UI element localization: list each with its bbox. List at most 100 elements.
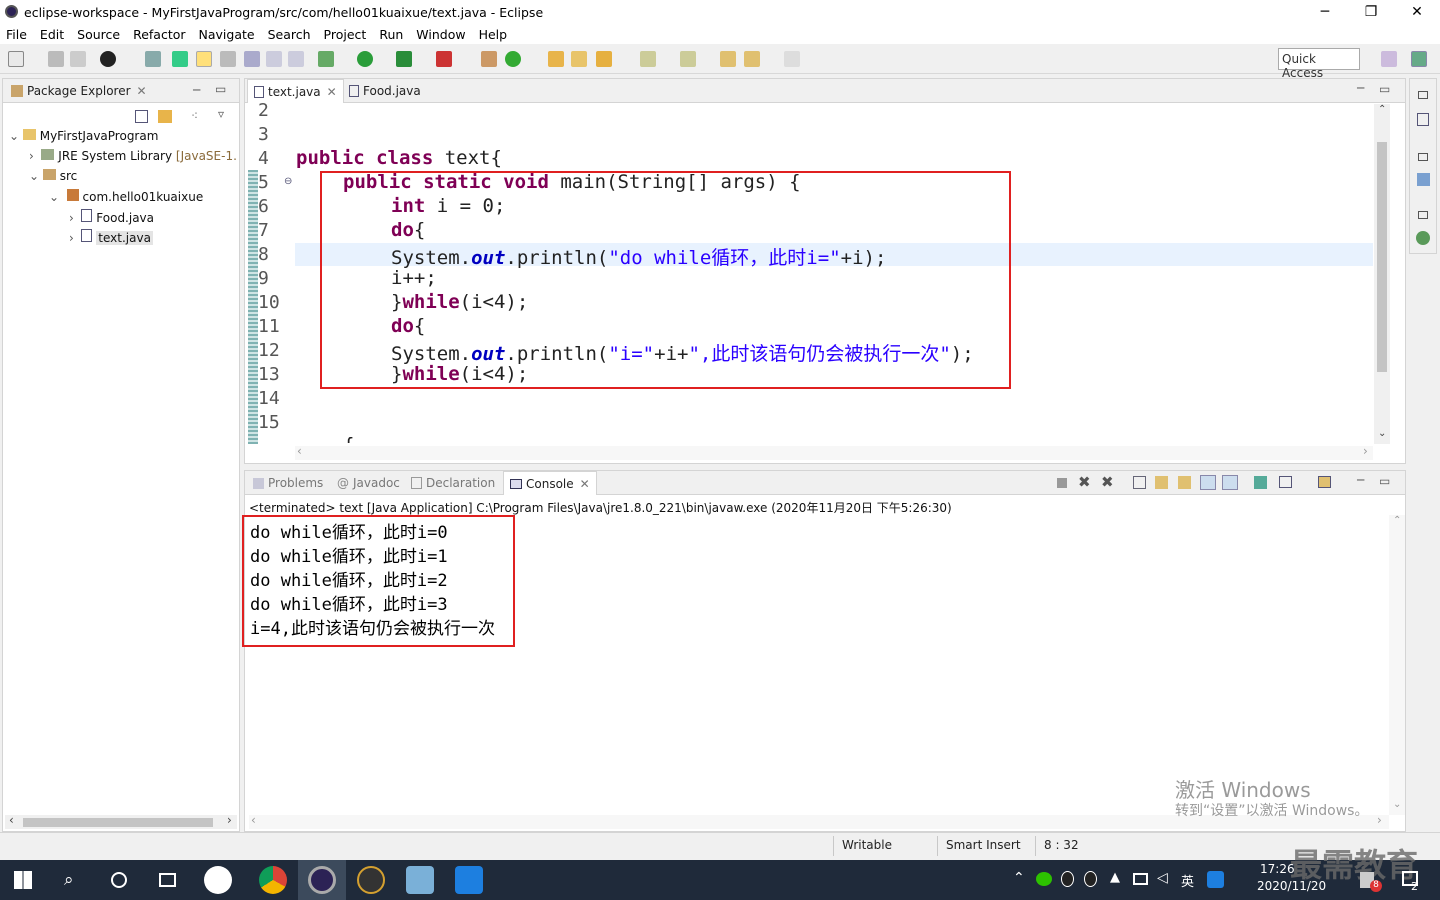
qq-tray-icon[interactable] bbox=[1061, 871, 1074, 887]
run-icon[interactable] bbox=[357, 51, 373, 67]
app-taskbar-icon[interactable] bbox=[357, 866, 385, 894]
menu-help[interactable]: Help bbox=[479, 27, 508, 42]
next-annotation-icon[interactable] bbox=[640, 51, 656, 67]
ime-icon[interactable] bbox=[1207, 871, 1224, 888]
last-edit-icon[interactable] bbox=[720, 51, 736, 67]
quick-access-input[interactable]: Quick Access bbox=[1278, 48, 1360, 80]
chevron-down-icon[interactable]: ⌄ bbox=[1393, 799, 1401, 810]
block-select-icon[interactable] bbox=[244, 51, 260, 67]
word-wrap-icon[interactable] bbox=[1178, 476, 1191, 489]
view-menu-icon[interactable]: ⁖ bbox=[191, 109, 198, 123]
chevron-left-icon[interactable]: ‹ bbox=[251, 813, 256, 827]
close-icon[interactable]: ✕ bbox=[580, 477, 590, 491]
restore-icon[interactable] bbox=[1418, 153, 1428, 161]
prev-annotation-icon[interactable] bbox=[680, 51, 696, 67]
tab-problems[interactable]: Problems bbox=[247, 471, 329, 495]
open-type-icon[interactable] bbox=[172, 51, 188, 67]
external-tools-icon[interactable] bbox=[436, 51, 452, 67]
windows-start-icon[interactable] bbox=[14, 871, 32, 889]
tab-package-explorer[interactable]: Package Explorer ✕ bbox=[5, 79, 153, 103]
menu-navigate[interactable]: Navigate bbox=[199, 27, 255, 42]
qq-tray-icon[interactable] bbox=[1084, 871, 1097, 887]
tab-console[interactable]: Console ✕ bbox=[503, 471, 597, 495]
task-view-icon[interactable] bbox=[159, 873, 176, 887]
open-file-icon[interactable] bbox=[571, 51, 587, 67]
chevron-up-icon[interactable]: ⌃ bbox=[1013, 870, 1025, 886]
clear-console-icon[interactable] bbox=[1133, 476, 1146, 489]
maximize-view-icon[interactable]: ▭ bbox=[1379, 82, 1390, 96]
show-on-error-icon[interactable] bbox=[1222, 475, 1238, 490]
remove-all-icon[interactable]: ✖ bbox=[1101, 473, 1114, 491]
scrollbar-thumb[interactable] bbox=[1377, 142, 1387, 372]
scroll-lock-icon[interactable] bbox=[1155, 476, 1168, 489]
editor-taskbar-icon[interactable] bbox=[455, 866, 483, 894]
scrollbar-thumb[interactable] bbox=[23, 818, 213, 827]
notepad-taskbar-icon[interactable] bbox=[406, 866, 434, 894]
tree-item-package[interactable]: ⌄ com.hello01kuaixue bbox=[49, 189, 203, 204]
collapse-all-icon[interactable] bbox=[135, 110, 148, 123]
save-all-icon[interactable] bbox=[70, 51, 86, 67]
chevron-right-icon[interactable]: › bbox=[1363, 444, 1368, 458]
chevron-up-icon[interactable]: ⌃ bbox=[1378, 104, 1386, 115]
tree-item-food-java[interactable]: › Food.java bbox=[69, 209, 154, 225]
chevron-down-icon[interactable]: ▿ bbox=[218, 107, 224, 121]
back-icon[interactable] bbox=[744, 51, 760, 67]
tab-declaration[interactable]: Declaration bbox=[405, 471, 501, 495]
paragraph-icon[interactable] bbox=[288, 51, 304, 67]
chevron-right-icon[interactable]: › bbox=[227, 813, 232, 827]
remove-launch-icon[interactable]: ✖ bbox=[1078, 473, 1091, 491]
new-class-icon[interactable] bbox=[505, 51, 521, 67]
open-folder-icon[interactable] bbox=[548, 51, 564, 67]
terminate-icon[interactable] bbox=[1057, 478, 1067, 488]
pin-console-icon[interactable] bbox=[1254, 476, 1267, 489]
tree-item-jre[interactable]: › JRE System Library [JavaSE-1. bbox=[29, 149, 237, 163]
toggle-icon[interactable] bbox=[220, 51, 236, 67]
forward-icon[interactable] bbox=[784, 51, 800, 67]
menu-source[interactable]: Source bbox=[77, 27, 120, 42]
wechat-tray-icon[interactable] bbox=[1036, 872, 1052, 886]
chevron-up-icon[interactable]: ⌃ bbox=[1393, 515, 1401, 526]
editor-horizontal-scrollbar[interactable]: ‹ › bbox=[295, 444, 1373, 460]
maximize-button[interactable]: ❐ bbox=[1348, 0, 1394, 24]
pinwheel-app-icon[interactable] bbox=[204, 866, 232, 894]
chevron-down-icon[interactable]: ⌄ bbox=[1378, 428, 1386, 439]
menu-window[interactable]: Window bbox=[416, 27, 465, 42]
menu-file[interactable]: File bbox=[6, 27, 27, 42]
search-icon[interactable]: ⌕ bbox=[64, 870, 74, 890]
chevron-left-icon[interactable]: ‹ bbox=[297, 444, 302, 458]
volume-icon[interactable]: ◁ bbox=[1157, 870, 1168, 886]
horizontal-scrollbar[interactable]: ‹ › bbox=[5, 813, 237, 829]
close-icon[interactable]: ✕ bbox=[137, 84, 147, 98]
menu-refactor[interactable]: Refactor bbox=[133, 27, 185, 42]
notification-bell-icon[interactable]: ▲ bbox=[1110, 870, 1120, 885]
eclipse-taskbar-icon[interactable] bbox=[308, 866, 336, 894]
mark-occurrences-icon[interactable] bbox=[196, 51, 212, 67]
close-icon[interactable]: ✕ bbox=[327, 85, 337, 99]
tree-item-project[interactable]: ⌄ MyFirstJavaProgram bbox=[9, 129, 158, 143]
restore-icon[interactable] bbox=[1418, 91, 1428, 99]
minimize-button[interactable]: ─ bbox=[1302, 0, 1348, 24]
menu-edit[interactable]: Edit bbox=[40, 27, 64, 42]
coverage-icon[interactable] bbox=[396, 51, 412, 67]
close-button[interactable]: ✕ bbox=[1394, 0, 1440, 24]
show-on-output-icon[interactable] bbox=[1200, 475, 1216, 490]
minimize-view-icon[interactable]: ─ bbox=[1357, 81, 1364, 95]
code-line[interactable]: public class text{ bbox=[296, 147, 502, 169]
maximize-view-icon[interactable]: ▭ bbox=[215, 82, 226, 96]
tree-item-src[interactable]: ⌄ src bbox=[29, 169, 77, 183]
open-perspective-icon[interactable] bbox=[1381, 51, 1397, 67]
maximize-view-icon[interactable]: ▭ bbox=[1379, 474, 1390, 488]
show-whitespace-icon[interactable] bbox=[266, 51, 282, 67]
new-icon[interactable] bbox=[8, 51, 24, 67]
network-icon[interactable] bbox=[1133, 873, 1148, 885]
outline-view-icon[interactable] bbox=[1417, 113, 1429, 126]
tree-item-text-java[interactable]: › text.java bbox=[69, 229, 153, 245]
minimize-view-icon[interactable]: ─ bbox=[1357, 473, 1364, 487]
fold-collapse-icon[interactable]: ⊖ bbox=[284, 176, 292, 187]
tab-javadoc[interactable]: @ Javadoc bbox=[331, 471, 406, 495]
skip-breakpoints-icon[interactable] bbox=[145, 51, 161, 67]
debug-icon[interactable] bbox=[318, 51, 334, 67]
input-language[interactable]: 英 bbox=[1181, 871, 1194, 890]
menu-search[interactable]: Search bbox=[268, 27, 311, 42]
new-package-icon[interactable] bbox=[481, 51, 497, 67]
